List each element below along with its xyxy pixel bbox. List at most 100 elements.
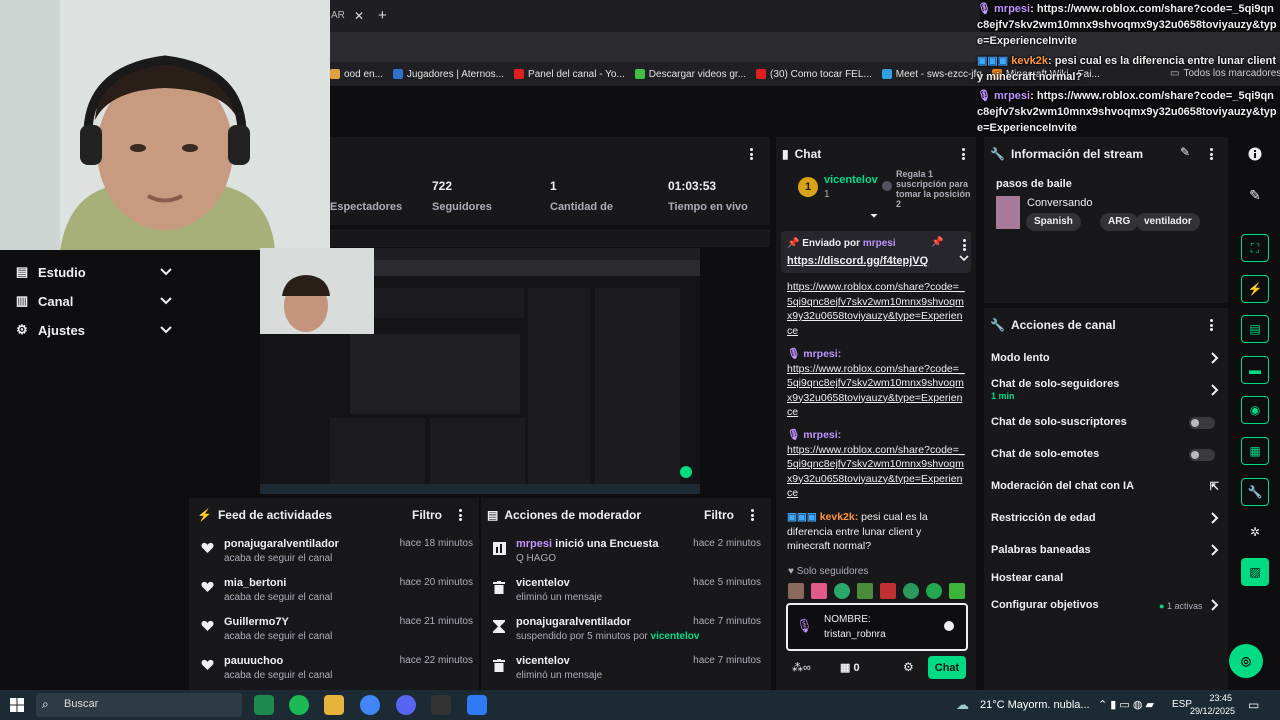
- taskbar-app-icon[interactable]: [467, 695, 487, 715]
- tag-chip[interactable]: ARG: [1100, 213, 1139, 231]
- pinned-link[interactable]: https://discord.gg/f4tepjVQ: [787, 255, 928, 267]
- bookmark-item[interactable]: Jugadores | Aternos...: [392, 69, 504, 80]
- channel-points[interactable]: ▦ 0: [840, 661, 860, 674]
- more-options-icon[interactable]: [459, 509, 463, 521]
- action-emote-only[interactable]: Chat de solo-emotes: [991, 448, 1223, 461]
- spotify-icon[interactable]: [289, 695, 309, 715]
- stream-preview[interactable]: [260, 248, 700, 494]
- gift-leader-user[interactable]: vicentelov: [824, 174, 878, 186]
- add-action-icon[interactable]: ✲: [1241, 518, 1269, 546]
- edit-icon[interactable]: ✎: [1180, 145, 1190, 159]
- info-icon[interactable]: [1241, 140, 1269, 168]
- taskbar-app-icon[interactable]: [254, 695, 274, 715]
- message-icon[interactable]: ▬: [1241, 356, 1269, 384]
- broadcast-icon[interactable]: ◉: [1241, 396, 1269, 424]
- pinned-message[interactable]: 📌 Enviado por mrpesi 📌 https://discord.g…: [781, 231, 971, 273]
- bookmark-item[interactable]: (30) Como tocar FEL...: [756, 69, 872, 80]
- bookmark-item[interactable]: ood en...: [330, 69, 383, 80]
- points-icon: ▦: [840, 662, 851, 674]
- emote-icon[interactable]: [903, 583, 919, 599]
- stream-info-panel: 🔧 Información del stream ✎ pasos de bail…: [984, 137, 1228, 303]
- weather-text[interactable]: 21°C Mayorm. nubla...: [980, 699, 1090, 711]
- more-options-icon[interactable]: [751, 509, 755, 521]
- more-options-icon[interactable]: [963, 239, 967, 251]
- lightning-icon[interactable]: ⚡: [1241, 275, 1269, 303]
- action-age-restriction[interactable]: Restricción de edad: [991, 512, 1223, 524]
- tray-icons[interactable]: ⌃ ▮ ▭ ◍ ▰: [1098, 698, 1154, 711]
- sidebar-item-ajustes[interactable]: ⚙ Ajustes: [14, 322, 174, 338]
- chat-username[interactable]: 🎙 mrpesi:: [787, 348, 841, 360]
- more-options-icon[interactable]: [962, 148, 966, 160]
- notes-icon[interactable]: ▤: [1241, 315, 1269, 343]
- close-tab-icon[interactable]: ✕: [354, 9, 364, 23]
- category-name[interactable]: Conversando: [1027, 197, 1092, 209]
- activity-filter-button[interactable]: Filtro: [412, 508, 442, 522]
- mod-filter-button[interactable]: Filtro: [704, 508, 734, 522]
- chat-username[interactable]: 🎙 mrpesi:: [787, 429, 841, 441]
- collapse-icon[interactable]: ⏷: [870, 211, 878, 222]
- chat-username[interactable]: ▣▣▣ kevk2k:: [787, 511, 858, 523]
- emote-icon[interactable]: [857, 583, 873, 599]
- new-tab-icon[interactable]: +: [378, 7, 387, 24]
- emote-icon[interactable]: [949, 583, 965, 599]
- more-options-icon[interactable]: [1210, 148, 1214, 160]
- chat-message: 🎙 mrpesi: https://www.roblox.com/share?c…: [787, 348, 965, 418]
- emoji-picker-icon[interactable]: [944, 621, 954, 631]
- tag-chip[interactable]: ventilador: [1136, 213, 1200, 231]
- gift-leaderboard[interactable]: 1 vicentelov 1 Regala 1 suscripción para…: [776, 167, 976, 215]
- send-chat-button[interactable]: Chat: [928, 656, 966, 679]
- action-goals[interactable]: Configurar objetivos ● 1 activas: [991, 599, 1223, 611]
- bookmark-item[interactable]: Panel del canal - Yo...: [514, 69, 625, 80]
- discord-icon[interactable]: [396, 695, 416, 715]
- sidebar-item-canal[interactable]: ▥ Canal: [14, 293, 174, 309]
- ad-break-icon[interactable]: ▦: [1241, 437, 1269, 465]
- windows-start-icon[interactable]: [10, 698, 24, 712]
- wrench-icon[interactable]: 🔧: [1241, 478, 1269, 506]
- chevron-down-icon[interactable]: [959, 255, 969, 262]
- bookmark-favicon-icon: [634, 69, 645, 79]
- sidebar-item-estudio[interactable]: ▤ Estudio: [14, 264, 174, 280]
- taskbar-search[interactable]: ⌕ Buscar: [36, 693, 242, 717]
- stat-label-viewers: Espectadores: [330, 201, 403, 213]
- clock-date[interactable]: 29/12/2025: [1190, 706, 1235, 716]
- emote-icon[interactable]: [788, 583, 804, 599]
- emote-icon[interactable]: [926, 583, 942, 599]
- bookmark-item[interactable]: Descargar videos gr...: [634, 69, 746, 80]
- action-ai-moderation[interactable]: Moderación del chat con IA ⇱: [991, 480, 1223, 493]
- bookmark-item[interactable]: Meet - sws-ezcc-jfq: [881, 69, 982, 80]
- stat-label-uptime: Tiempo en vivo: [668, 201, 748, 213]
- folder-icon[interactable]: [324, 695, 344, 715]
- tag-chip[interactable]: Spanish: [1026, 213, 1081, 231]
- pencil-icon[interactable]: ✎: [1241, 181, 1269, 209]
- chat-input[interactable]: 🎙 NOMBRE: tristan_robnra: [786, 603, 968, 651]
- action-followers-only[interactable]: Chat de solo-seguidores 1 min: [991, 378, 1223, 402]
- toggle-switch[interactable]: [1189, 449, 1215, 461]
- obs-icon[interactable]: [431, 695, 451, 715]
- bits-icon[interactable]: ⁂∞: [792, 661, 811, 674]
- action-slow-mode[interactable]: Modo lento: [991, 352, 1223, 364]
- toggle-switch[interactable]: [1189, 417, 1215, 429]
- category-boxart[interactable]: [996, 196, 1020, 229]
- action-host-channel[interactable]: Hostear canal: [991, 572, 1223, 584]
- chat-settings-icon[interactable]: ⚙: [903, 660, 914, 674]
- chrome-icon[interactable]: [360, 695, 380, 715]
- support-chat-icon[interactable]: ◎: [1229, 644, 1263, 678]
- pin-icon[interactable]: 📌: [931, 237, 943, 248]
- browser-tab-strip: [330, 0, 980, 32]
- browser-tab-fragment[interactable]: AR: [331, 10, 345, 21]
- emote-icon[interactable]: [880, 583, 896, 599]
- emote-icon[interactable]: [834, 583, 850, 599]
- notification-icon[interactable]: ▭: [1248, 698, 1259, 712]
- more-options-icon[interactable]: [750, 148, 754, 160]
- quick-actions-bar: ✎ ⛶ ⚡ ▤ ▬ ◉ ▦ 🔧 ✲ ▨ ◎: [1229, 137, 1280, 690]
- clapper-icon[interactable]: ▨: [1241, 558, 1269, 586]
- activity-feed-panel: ⚡ Feed de actividades Filtro ponajugaral…: [189, 498, 479, 690]
- emote-icon[interactable]: [811, 583, 827, 599]
- more-options-icon[interactable]: [1210, 319, 1214, 331]
- action-banned-words[interactable]: Palabras baneadas: [991, 544, 1223, 556]
- language-indicator[interactable]: ESP: [1172, 699, 1192, 710]
- action-subscribers-only[interactable]: Chat de solo-suscriptores: [991, 416, 1223, 429]
- clip-icon[interactable]: ⛶: [1241, 234, 1269, 262]
- clock-time[interactable]: 23:45: [1206, 693, 1232, 703]
- stat-value-uptime: 01:03:53: [668, 179, 717, 193]
